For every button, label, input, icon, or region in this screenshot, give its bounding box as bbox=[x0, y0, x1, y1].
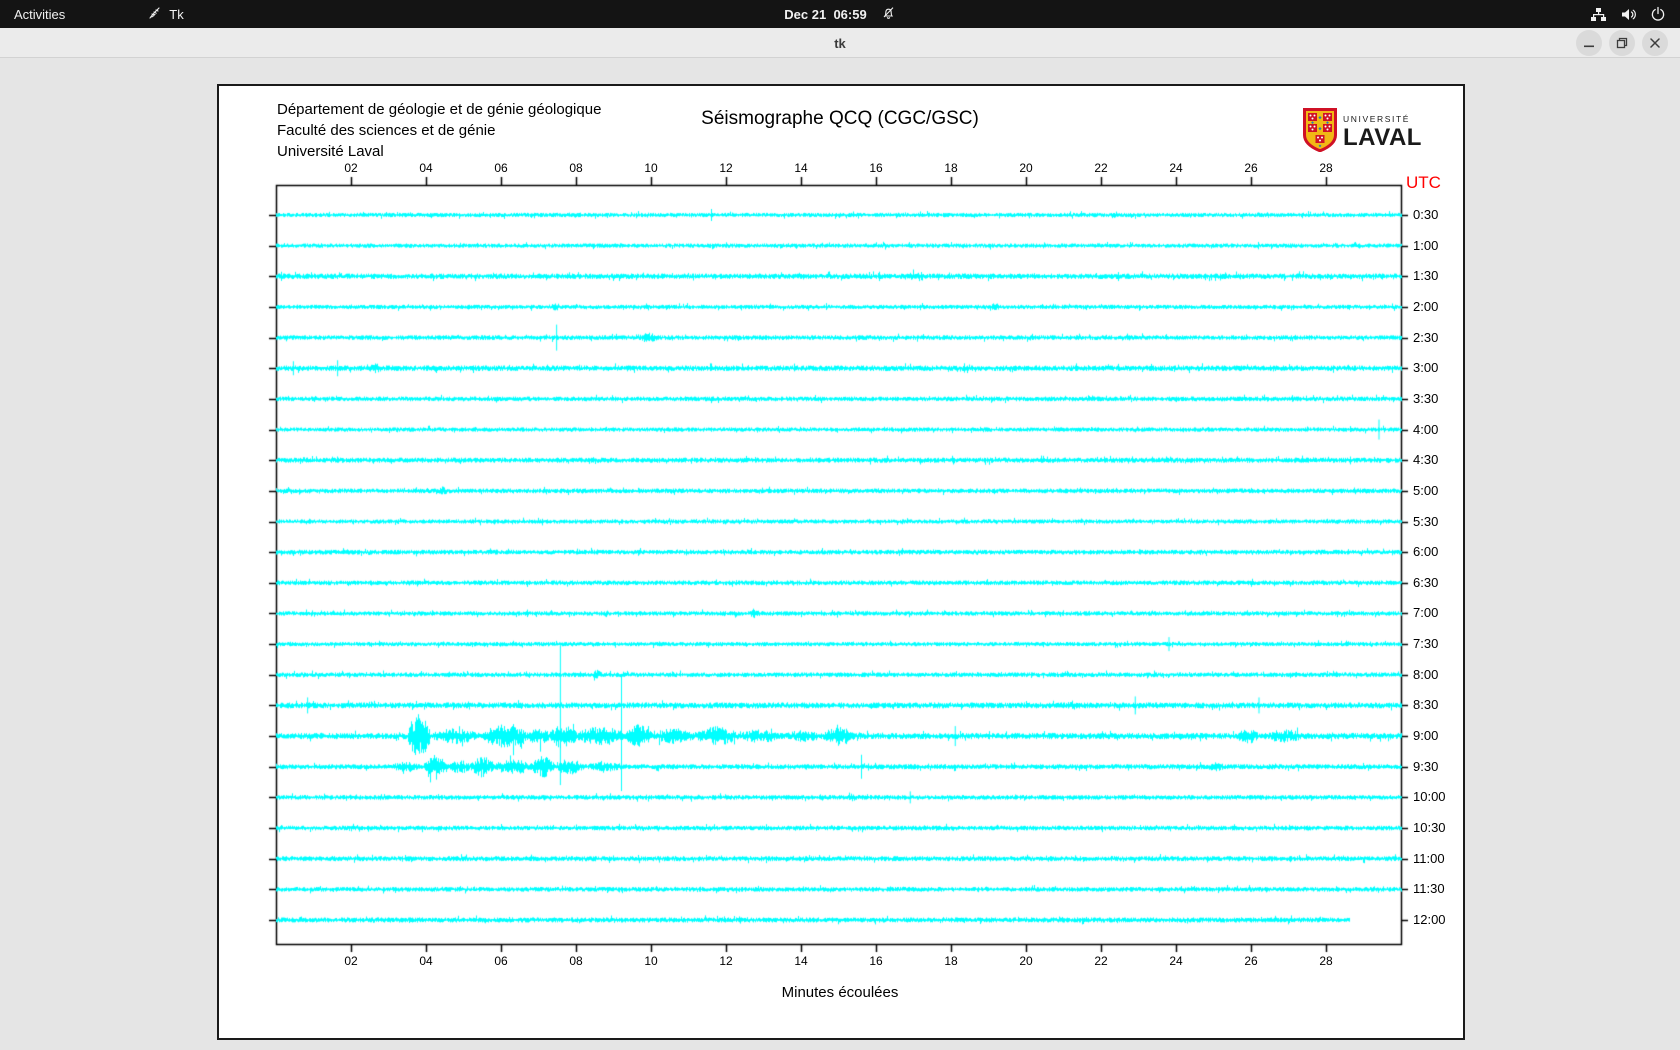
utc-time-label: 9:30 bbox=[1413, 758, 1439, 774]
x-tick-label: 28 bbox=[1319, 161, 1333, 175]
x-tick-label: 06 bbox=[494, 161, 508, 175]
maximize-button[interactable] bbox=[1609, 30, 1635, 56]
volume-icon bbox=[1620, 6, 1637, 23]
utc-time-label: 3:30 bbox=[1413, 390, 1439, 406]
x-tick-label: 16 bbox=[869, 161, 883, 175]
utc-time-label: 2:30 bbox=[1413, 329, 1439, 345]
utc-time-label: 2:00 bbox=[1413, 298, 1439, 314]
x-tick-label: 14 bbox=[794, 954, 808, 968]
screen: Activities Tk Dec 21 06:59 tk Départemen… bbox=[0, 0, 1680, 1050]
x-tick-label: 04 bbox=[419, 954, 433, 968]
x-tick-label: 12 bbox=[719, 161, 733, 175]
utc-time-label: 4:00 bbox=[1413, 421, 1439, 437]
utc-time-label: 8:00 bbox=[1413, 666, 1439, 682]
x-tick-label: 02 bbox=[344, 954, 358, 968]
utc-time-label: 6:30 bbox=[1413, 574, 1439, 590]
close-button[interactable] bbox=[1642, 30, 1668, 56]
x-tick-label: 20 bbox=[1019, 161, 1033, 175]
utc-time-label: 7:00 bbox=[1413, 605, 1439, 621]
tk-app-indicator[interactable]: Tk bbox=[139, 0, 191, 28]
utc-time-label: 0:30 bbox=[1413, 207, 1439, 222]
x-tick-label: 08 bbox=[569, 161, 583, 175]
plot-title: Séismographe QCQ (CGC/GSC) bbox=[701, 108, 979, 129]
x-axis-title: Minutes écoulées bbox=[781, 984, 899, 1001]
x-tick-label: 28 bbox=[1319, 954, 1333, 968]
utc-time-label: 7:30 bbox=[1413, 636, 1439, 652]
desktop: Département de géologie et de génie géol… bbox=[0, 58, 1680, 1050]
network-wired-icon bbox=[1590, 6, 1607, 23]
utc-time-label: 5:30 bbox=[1413, 513, 1439, 529]
activities-button[interactable]: Activities bbox=[0, 0, 79, 28]
x-tick-label: 02 bbox=[344, 161, 358, 175]
tk-app-label: Tk bbox=[169, 6, 184, 22]
utc-time-label: 11:30 bbox=[1413, 881, 1445, 897]
gnome-top-bar: Activities Tk Dec 21 06:59 bbox=[0, 0, 1680, 28]
x-tick-label: 10 bbox=[644, 161, 658, 175]
x-tick-label: 16 bbox=[869, 954, 883, 968]
utc-time-label: 1:30 bbox=[1413, 268, 1439, 284]
notifications-muted-icon bbox=[881, 5, 896, 23]
org-line-3: Université Laval bbox=[277, 143, 384, 160]
x-tick-label: 26 bbox=[1244, 161, 1258, 175]
x-tick-label: 08 bbox=[569, 954, 583, 968]
logo-text-laval: LAVAL bbox=[1343, 123, 1422, 151]
x-tick-label: 22 bbox=[1094, 954, 1108, 968]
seismograph-canvas: Département de géologie et de génie géol… bbox=[217, 84, 1465, 1040]
utc-time-label: 5:00 bbox=[1413, 482, 1439, 498]
utc-time-label: 12:00 bbox=[1413, 911, 1446, 927]
logo-text-universite: UNIVERSITÉ bbox=[1343, 114, 1411, 125]
minimize-button[interactable] bbox=[1576, 30, 1602, 56]
window-title: tk bbox=[834, 35, 846, 51]
helicorder-plot bbox=[219, 86, 1463, 1038]
clock[interactable]: Dec 21 06:59 bbox=[784, 7, 866, 22]
utc-time-label: 8:30 bbox=[1413, 697, 1439, 713]
utc-time-label: 1:00 bbox=[1413, 237, 1439, 253]
x-tick-label: 10 bbox=[644, 954, 658, 968]
x-tick-label: 18 bbox=[944, 161, 958, 175]
x-tick-label: 20 bbox=[1019, 954, 1033, 968]
system-status-area[interactable] bbox=[1586, 0, 1670, 28]
utc-time-label: 3:00 bbox=[1413, 360, 1439, 376]
x-tick-label: 22 bbox=[1094, 161, 1108, 175]
x-tick-label: 24 bbox=[1169, 161, 1183, 175]
utc-time-label: 6:00 bbox=[1413, 544, 1439, 560]
utc-time-label: 4:30 bbox=[1413, 452, 1439, 468]
x-tick-label: 06 bbox=[494, 954, 508, 968]
power-icon bbox=[1650, 6, 1666, 22]
window-titlebar[interactable]: tk bbox=[0, 28, 1680, 58]
universite-laval-logo: UNIVERSITÉ LAVAL bbox=[1303, 108, 1422, 157]
utc-label: UTC bbox=[1406, 173, 1441, 192]
x-tick-label: 14 bbox=[794, 161, 808, 175]
laval-shield-icon bbox=[1303, 108, 1337, 157]
x-tick-label: 26 bbox=[1244, 954, 1258, 968]
x-tick-label: 24 bbox=[1169, 954, 1183, 968]
utc-time-label: 9:00 bbox=[1413, 728, 1439, 744]
utc-time-label: 11:00 bbox=[1413, 850, 1445, 866]
utc-time-label: 10:30 bbox=[1413, 820, 1446, 836]
x-tick-label: 04 bbox=[419, 161, 433, 175]
x-tick-label: 18 bbox=[944, 954, 958, 968]
x-tick-label: 12 bbox=[719, 954, 733, 968]
utc-time-label: 10:00 bbox=[1413, 789, 1446, 805]
tk-feather-icon bbox=[147, 5, 163, 24]
